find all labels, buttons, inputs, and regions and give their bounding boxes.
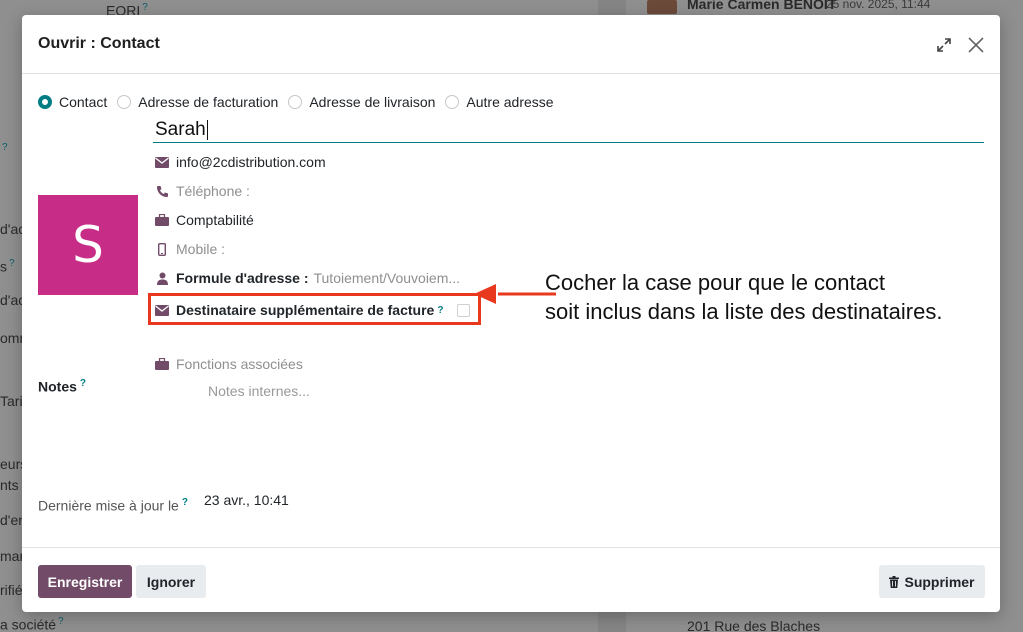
avatar-letter: S [72, 216, 104, 274]
annotation-text: Cocher la case pour que le contact soit … [545, 268, 942, 326]
bg-address: 201 Rue des Blaches [687, 618, 821, 632]
bg-label: mar [0, 548, 25, 564]
dialog-title: Ouvrir : Contact [38, 35, 160, 52]
radio-unchecked-icon [445, 95, 460, 109]
radio-label: Adresse de facturation [138, 94, 279, 110]
address-type-radio-group: Contact Adresse de facturation Adresse d… [38, 93, 564, 111]
radio-unchecked-icon [288, 95, 303, 109]
mobile-field[interactable]: Mobile : [155, 240, 225, 258]
associated-functions-field[interactable]: Fonctions associées [155, 355, 303, 373]
phone-field[interactable]: Téléphone : [155, 182, 250, 200]
address-formula-label: Formule d'adresse : [176, 270, 309, 286]
dialog-footer: Enregistrer Ignorer Supprimer [22, 547, 1000, 612]
briefcase-icon [155, 357, 169, 371]
help-tooltip-icon[interactable]: ? [437, 305, 443, 316]
radio-label: Contact [59, 94, 108, 110]
address-formula-placeholder: Tutoiement/Vouvoiem... [313, 270, 461, 286]
radio-label: Autre adresse [466, 94, 554, 110]
close-icon[interactable] [966, 35, 986, 55]
last-update-value: 23 avr., 10:41 [204, 492, 289, 508]
associated-functions-placeholder: Fonctions associées [176, 356, 303, 372]
save-button[interactable]: Enregistrer [38, 565, 132, 598]
extra-invoice-recipient-label: Destinataire supplémentaire de facture [176, 302, 435, 318]
email-field[interactable]: info@2cdistribution.com [155, 153, 326, 171]
bg-label: ? [2, 142, 8, 153]
bg-label: a société? [0, 616, 64, 632]
radio-unchecked-icon [117, 95, 132, 109]
discard-button[interactable]: Ignorer [136, 565, 206, 598]
extra-invoice-recipient-checkbox[interactable] [457, 303, 471, 317]
text-caret [206, 119, 208, 140]
radio-label: Adresse de livraison [309, 94, 436, 110]
avatar[interactable]: S [38, 195, 138, 295]
envelope-icon [155, 303, 169, 317]
help-tooltip-icon[interactable]: ? [182, 497, 188, 508]
bg-author: Marie Carmen BENOIT [687, 0, 837, 12]
contact-name-input[interactable]: Sarah [153, 118, 984, 143]
radio-contact[interactable]: Contact [38, 94, 107, 110]
bg-label: s? [0, 258, 15, 275]
radio-other-address[interactable]: Autre adresse [445, 94, 554, 110]
help-tooltip-icon[interactable]: ? [80, 378, 86, 389]
dialog-header: Ouvrir : Contact [22, 15, 1000, 74]
envelope-icon [155, 155, 169, 169]
bg-author-avatar [647, 0, 677, 14]
phone-icon [155, 184, 169, 198]
email-value: info@2cdistribution.com [176, 154, 326, 170]
briefcase-icon [155, 213, 169, 227]
annotation-line: soit inclus dans la liste des destinatai… [545, 299, 943, 324]
bg-date: 25 nov. 2025, 11:44 [826, 0, 931, 11]
job-function-value: Comptabilité [176, 212, 254, 228]
contact-name-value: Sarah [155, 119, 206, 140]
bg-label: rifié [0, 582, 23, 598]
delete-button[interactable]: Supprimer [879, 565, 985, 598]
mobile-placeholder: Mobile : [176, 241, 226, 257]
bg-label: nts [0, 477, 19, 493]
phone-placeholder: Téléphone : [176, 183, 250, 199]
last-update-label: Dernière mise à jour le? [38, 497, 188, 514]
trash-icon [889, 575, 900, 588]
expand-icon[interactable] [936, 37, 952, 53]
radio-checked-icon [38, 95, 52, 109]
annotation-line: Cocher la case pour que le contact [545, 270, 885, 295]
address-formula-field[interactable]: Formule d'adresse : Tutoiement/Vouvoiem.… [155, 269, 460, 287]
job-function-field[interactable]: Comptabilité [155, 211, 254, 229]
radio-invoice-address[interactable]: Adresse de facturation [117, 94, 278, 110]
delete-label: Supprimer [904, 573, 975, 590]
mobile-icon [155, 242, 169, 256]
notes-label: Notes? [38, 378, 87, 395]
extra-invoice-recipient-field: Destinataire supplémentaire de facture ? [155, 301, 471, 319]
user-icon [155, 271, 169, 285]
radio-delivery-address[interactable]: Adresse de livraison [288, 94, 435, 110]
notes-input[interactable]: Notes internes... [208, 383, 310, 399]
